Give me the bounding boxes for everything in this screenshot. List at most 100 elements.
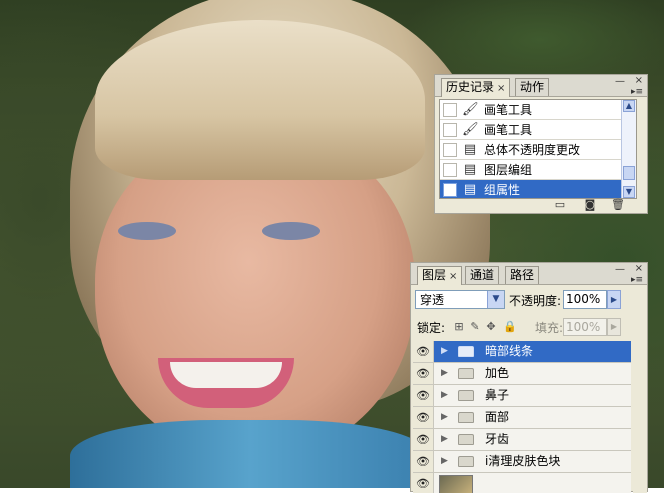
tab-close-icon[interactable]: × [497, 83, 505, 94]
history-item-label: 组属性 [484, 183, 521, 197]
history-panel: 历史记录 × 动作 — × ▸≡ 🖌 画笔工具 🖌 画笔工具 ▤ 总体不透明度更改… [434, 74, 648, 214]
history-list: 🖌 画笔工具 🖌 画笔工具 ▤ 总体不透明度更改 ▤ 图层编组 ▸ ▤ 组属性 … [439, 99, 637, 199]
tab-channels-label: 通道 [470, 268, 495, 282]
layer-row[interactable]: 👁 ▶ 牙齿 [413, 429, 631, 451]
history-source-checkbox[interactable] [443, 163, 457, 177]
history-item-label: 画笔工具 [484, 103, 533, 117]
close-icon[interactable]: × [635, 76, 643, 86]
right-eye-shape [262, 222, 320, 240]
fill-input[interactable]: 100% [563, 318, 607, 336]
folder-icon [458, 390, 474, 401]
history-state-pointer-icon[interactable]: ▸ [443, 183, 457, 198]
visibility-eye-icon[interactable]: 👁 [413, 341, 434, 362]
trash-icon[interactable]: 🗑 [611, 199, 625, 211]
layers-tabbar: 图层 × 通道 路径 — × ▸≡ [411, 263, 647, 285]
layer-name: i清理皮肤色块 [485, 454, 561, 468]
tab-paths[interactable]: 路径 [505, 266, 540, 284]
visibility-eye-icon[interactable]: 👁 [413, 429, 434, 450]
tab-layers[interactable]: 图层 × [417, 266, 463, 285]
layer-name: 面部 [485, 410, 510, 424]
history-source-checkbox[interactable] [443, 123, 457, 137]
expand-triangle-icon[interactable]: ▶ [441, 385, 448, 406]
folder-icon [458, 412, 474, 423]
tab-paths-label: 路径 [510, 268, 535, 282]
close-icon[interactable]: × [635, 264, 643, 274]
panel-menu-icon[interactable]: ▸≡ [631, 87, 643, 97]
tab-actions[interactable]: 动作 [515, 78, 550, 96]
layer-thumbnail [439, 475, 473, 493]
lock-label: 锁定: [417, 321, 446, 335]
layer-row[interactable]: 👁 ▶ i清理皮肤色块 [413, 451, 631, 473]
history-item[interactable]: ▤ 图层编组 [440, 160, 636, 180]
tab-layers-label: 图层 [422, 268, 447, 282]
expand-triangle-icon[interactable]: ▶ [441, 363, 448, 384]
new-document-from-state-icon[interactable]: ▭ [553, 199, 567, 211]
chevron-down-icon[interactable]: ▼ [487, 291, 504, 308]
layer-row[interactable]: 👁 ▶ 面部 [413, 407, 631, 429]
folder-icon [458, 346, 474, 357]
visibility-eye-icon[interactable]: 👁 [413, 473, 434, 493]
expand-triangle-icon[interactable]: ▶ [441, 407, 448, 428]
lock-all-icon[interactable]: 🔒 [503, 321, 517, 333]
visibility-eye-icon[interactable]: 👁 [413, 451, 434, 472]
lock-image-pixels-icon[interactable]: ✎ [469, 321, 481, 333]
fill-slider-arrow-icon[interactable]: ▶ [607, 318, 621, 336]
layer-row-selected[interactable]: 👁 ▶ 暗部线条 [413, 341, 631, 363]
history-item-label: 画笔工具 [484, 123, 533, 137]
layers-list: 👁 ▶ 暗部线条 👁 ▶ 加色 👁 ▶ 鼻子 👁 ▶ 面部 👁 ▶ 牙齿 👁 ▶… [413, 341, 631, 493]
history-item-label: 图层编组 [484, 163, 533, 177]
fringe-shape [95, 20, 425, 180]
opacity-label: 不透明度: [509, 294, 562, 308]
history-footer: ▭ ◙ 🗑 [435, 199, 647, 213]
left-eye-shape [118, 222, 176, 240]
visibility-eye-icon[interactable]: 👁 [413, 385, 434, 406]
scroll-up-icon[interactable]: ▲ [623, 100, 635, 112]
expand-triangle-icon[interactable]: ▶ [441, 341, 448, 362]
scroll-down-icon[interactable]: ▼ [623, 186, 635, 198]
brush-icon: 🖌 [462, 102, 479, 117]
minimize-icon[interactable]: — [615, 265, 625, 275]
shirt-shape [70, 420, 430, 488]
tab-close-icon[interactable]: × [449, 271, 457, 282]
visibility-eye-icon[interactable]: 👁 [413, 407, 434, 428]
visibility-eye-icon[interactable]: 👁 [413, 363, 434, 384]
expand-triangle-icon[interactable]: ▶ [441, 451, 448, 472]
blend-mode-value: 穿透 [420, 293, 445, 307]
folder-icon [458, 456, 474, 467]
brush-icon: 🖌 [462, 122, 479, 137]
history-item[interactable]: ▤ 总体不透明度更改 [440, 140, 636, 160]
history-item[interactable]: 🖌 画笔工具 [440, 120, 636, 140]
layer-row[interactable]: 👁 ▶ 加色 [413, 363, 631, 385]
history-item-label: 总体不透明度更改 [484, 143, 581, 157]
layer-name: 牙齿 [485, 432, 510, 446]
opacity-slider-arrow-icon[interactable]: ▶ [607, 290, 621, 309]
opacity-input[interactable]: 100% [563, 290, 607, 309]
document-icon: ▤ [463, 142, 477, 157]
camera-snapshot-icon[interactable]: ◙ [583, 199, 597, 211]
scroll-thumb[interactable] [623, 166, 635, 180]
layer-name: 鼻子 [485, 388, 510, 402]
lock-position-icon[interactable]: ✥ [485, 321, 497, 333]
teeth-shape [170, 362, 282, 388]
layers-scrollbar[interactable] [633, 341, 647, 493]
history-source-checkbox[interactable] [443, 143, 457, 157]
history-tabbar: 历史记录 × 动作 — × ▸≡ [435, 75, 647, 97]
history-source-checkbox[interactable] [443, 103, 457, 117]
history-item-selected[interactable]: ▸ ▤ 组属性 [440, 180, 636, 198]
history-item[interactable]: 🖌 画笔工具 [440, 100, 636, 120]
blend-mode-select[interactable]: 穿透 ▼ [415, 290, 505, 309]
fill-label: 填充: [535, 321, 564, 335]
tab-history-label: 历史记录 [446, 80, 495, 94]
expand-triangle-icon[interactable]: ▶ [441, 429, 448, 450]
panel-menu-icon[interactable]: ▸≡ [631, 275, 643, 285]
layer-row-partial[interactable]: 👁 [413, 473, 631, 493]
minimize-icon[interactable]: — [615, 77, 625, 87]
history-scrollbar[interactable]: ▲ ▼ [621, 100, 636, 198]
tab-actions-label: 动作 [520, 80, 545, 94]
layer-row[interactable]: 👁 ▶ 鼻子 [413, 385, 631, 407]
folder-icon [458, 434, 474, 445]
tab-history[interactable]: 历史记录 × [441, 78, 511, 97]
lock-transparent-pixels-icon[interactable]: ⊞ [453, 321, 465, 333]
tab-channels[interactable]: 通道 [465, 266, 500, 284]
layer-name: 暗部线条 [485, 344, 534, 358]
